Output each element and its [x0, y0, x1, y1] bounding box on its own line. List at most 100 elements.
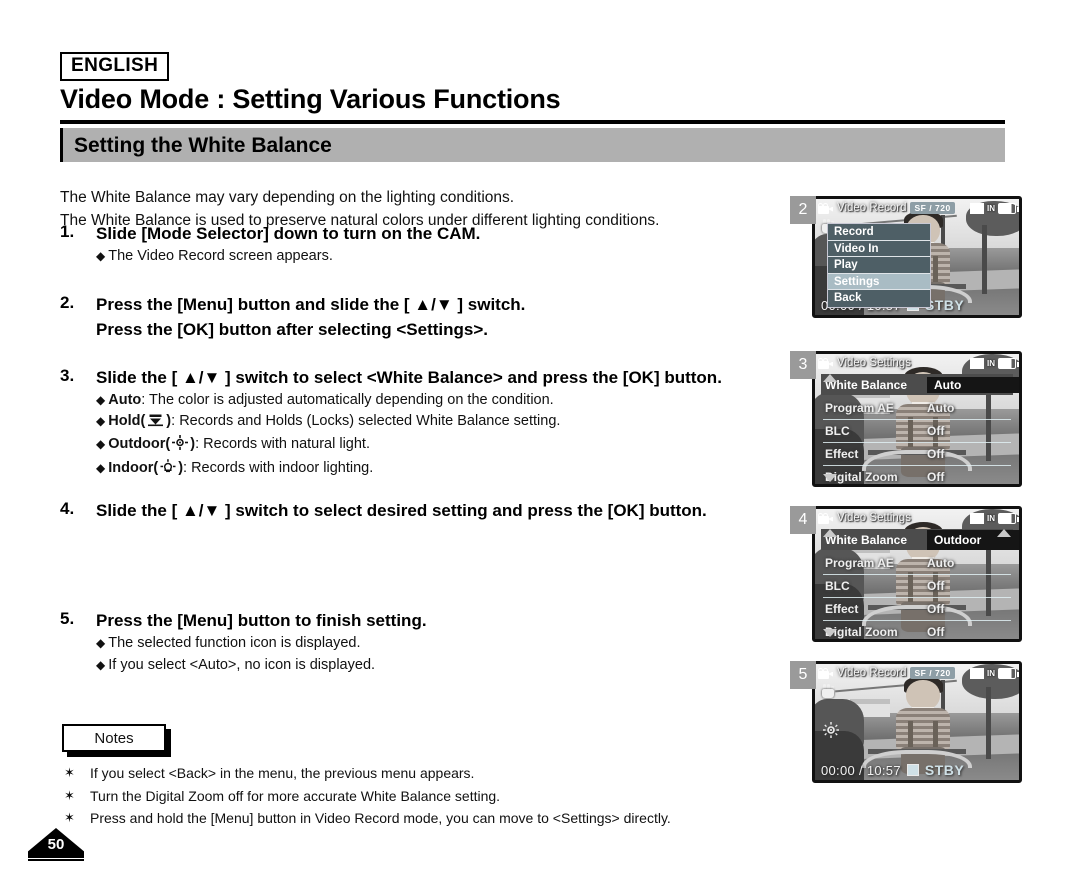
setting-row-blc[interactable]: BLC Off	[821, 420, 1013, 443]
setting-value: Off	[927, 578, 945, 593]
menu-item-video-in[interactable]: Video In	[828, 240, 930, 257]
page-number-text: 50	[47, 836, 65, 853]
setting-value: Off	[927, 446, 945, 461]
wb-hold-desc: : Records and Holds (Locks) selected Whi…	[171, 413, 561, 430]
setting-value: Auto	[934, 377, 962, 392]
page-number-badge: 50	[28, 828, 84, 862]
setting-row-white-balance[interactable]: White Balance Outdoor	[821, 529, 1019, 550]
screen-5: 5 Video Record SF / 720 IN 00:00 / 10:57…	[790, 661, 1025, 816]
step-3: 3. Slide the [ ▲/▼ ] switch to select <W…	[60, 366, 795, 481]
standby-square-icon	[906, 764, 919, 776]
step-5-sub-1-text: The selected function icon is displayed.	[108, 635, 361, 652]
setting-row-blc[interactable]: BLC Off	[821, 575, 1013, 598]
menu-item-back[interactable]: Back	[828, 290, 930, 307]
sun-icon	[823, 722, 839, 738]
diamond-bullet-icon: ◆	[96, 249, 106, 264]
setting-row-white-balance[interactable]: White Balance Auto	[821, 374, 1019, 395]
section-header: Setting the White Balance	[60, 128, 1005, 162]
note-item: ✶ Turn the Digital Zoom off for more acc…	[62, 785, 792, 808]
wb-option-outdoor: ◆ Outdoor(): Records with natural light.	[96, 434, 795, 457]
setting-row-effect[interactable]: Effect Off	[821, 443, 1013, 466]
title-divider	[60, 120, 1005, 124]
memory-card-icon	[970, 667, 984, 679]
card-in-label: IN	[987, 358, 995, 368]
screen-3-status-bar: Video Settings IN	[815, 354, 1019, 372]
setting-value-box[interactable]: Auto	[927, 376, 1019, 393]
setting-value: Off	[927, 469, 945, 484]
setting-value: Auto	[927, 400, 955, 415]
language-badge: ENGLISH	[60, 52, 170, 81]
language-label: ENGLISH	[71, 55, 159, 76]
screen-5-status-bar: Video Record SF / 720 IN	[815, 664, 1019, 682]
setting-row-digital-zoom[interactable]: Digital Zoom Off	[821, 466, 1013, 484]
battery-icon	[998, 512, 1019, 524]
quality-badge: SF / 720	[910, 667, 955, 679]
note-item-text: Turn the Digital Zoom off for more accur…	[90, 787, 501, 804]
note-bullet-icon: ✶	[64, 810, 75, 826]
diamond-bullet-icon: ◆	[96, 460, 106, 475]
setting-row-program-ae[interactable]: Program AE Auto	[821, 552, 1013, 575]
screen-5-lcd: Video Record SF / 720 IN 00:00 / 10:57 S…	[812, 661, 1022, 783]
setting-row-program-ae[interactable]: Program AE Auto	[821, 397, 1013, 420]
wb-outdoor-desc: : Records with natural light.	[195, 436, 370, 453]
step-5-number: 5.	[60, 609, 75, 629]
step-1-sub-1-text: The Video Record screen appears.	[108, 248, 333, 265]
quality-value: SF	[914, 203, 927, 213]
battery-icon	[998, 357, 1019, 369]
note-bullet-icon: ✶	[64, 787, 75, 803]
scroll-down-arrow-icon[interactable]	[823, 474, 837, 482]
time-total: 10:57	[866, 762, 901, 778]
setting-row-effect[interactable]: Effect Off	[821, 598, 1013, 621]
diamond-bullet-icon: ◆	[96, 392, 106, 407]
wb-option-auto: ◆ Auto: The color is adjusted automatical…	[96, 390, 795, 411]
screen-3-mode-label: Video Settings	[837, 357, 911, 369]
scroll-up-arrow-icon[interactable]	[823, 529, 837, 537]
notes-tab-label: Notes	[94, 730, 134, 747]
card-in-label: IN	[987, 203, 995, 213]
hand-icon	[821, 684, 836, 698]
setting-row-digital-zoom[interactable]: Digital Zoom Off	[821, 621, 1013, 639]
manual-page: ENGLISH Video Mode : Setting Various Fun…	[0, 0, 1080, 880]
memory-card-icon	[970, 357, 984, 369]
screen-2-menu[interactable]: Record Video In Play Settings Back	[827, 223, 931, 308]
screen-2-mode-label: Video Record	[837, 202, 907, 214]
screen-2: 2 Video Record SF / 720 IN Record Video …	[790, 196, 1025, 351]
setting-label: BLC	[825, 423, 850, 438]
wb-outdoor-paren-open: (	[165, 436, 171, 453]
menu-item-settings[interactable]: Settings	[828, 273, 930, 290]
camcorder-icon	[818, 357, 833, 369]
step-1-number: 1.	[60, 222, 75, 241]
menu-item-play[interactable]: Play	[828, 257, 930, 274]
screen-3-settings-list[interactable]: White Balance Auto Program AE Auto BLC O…	[815, 374, 1019, 484]
quality-separator: /	[929, 668, 933, 678]
resolution-value: 720	[934, 668, 951, 678]
setting-label: Program AE	[825, 555, 894, 570]
diamond-bullet-icon: ◆	[96, 657, 106, 672]
quality-badge: SF / 720	[910, 202, 955, 214]
screen-4-status-bar: Video Settings IN	[815, 509, 1019, 527]
step-5-sub-2: ◆ If you select <Auto>, no icon is displa…	[96, 655, 795, 676]
card-in-label: IN	[987, 513, 995, 523]
setting-value: Outdoor	[934, 532, 982, 547]
screen-3: 3 Video Settings IN White Balance Auto P…	[790, 351, 1025, 506]
wb-hold-icon	[147, 412, 164, 434]
wb-hold-name: Hold	[108, 413, 141, 430]
step-2-heading-line2: Press the [OK] button after selecting <S…	[96, 319, 489, 339]
note-item: ✶ Press and hold the [Menu] button in Vi…	[62, 807, 792, 830]
step-5-heading: Press the [Menu] button to finish settin…	[96, 611, 427, 631]
step-2: 2. Press the [Menu] button and slide the…	[60, 293, 795, 341]
setting-label: Program AE	[825, 400, 894, 415]
screen-5-time: 00:00 / 10:57	[821, 763, 901, 778]
scroll-up-arrow-icon[interactable]	[823, 374, 837, 382]
battery-icon	[998, 667, 1019, 679]
notes-list: ✶ If you select <Back> in the menu, the …	[62, 762, 792, 830]
menu-item-record[interactable]: Record	[828, 224, 930, 241]
diamond-bullet-icon: ◆	[96, 414, 106, 429]
step-2-number: 2.	[60, 293, 75, 313]
bulb-icon	[160, 458, 176, 481]
time-separator: /	[858, 762, 863, 778]
scroll-down-arrow-icon[interactable]	[823, 629, 837, 637]
screen-4-settings-list[interactable]: White Balance Outdoor Program AE Auto BL…	[815, 529, 1019, 639]
card-in-label: IN	[987, 668, 995, 678]
scroll-up-arrow-icon[interactable]	[997, 529, 1011, 537]
